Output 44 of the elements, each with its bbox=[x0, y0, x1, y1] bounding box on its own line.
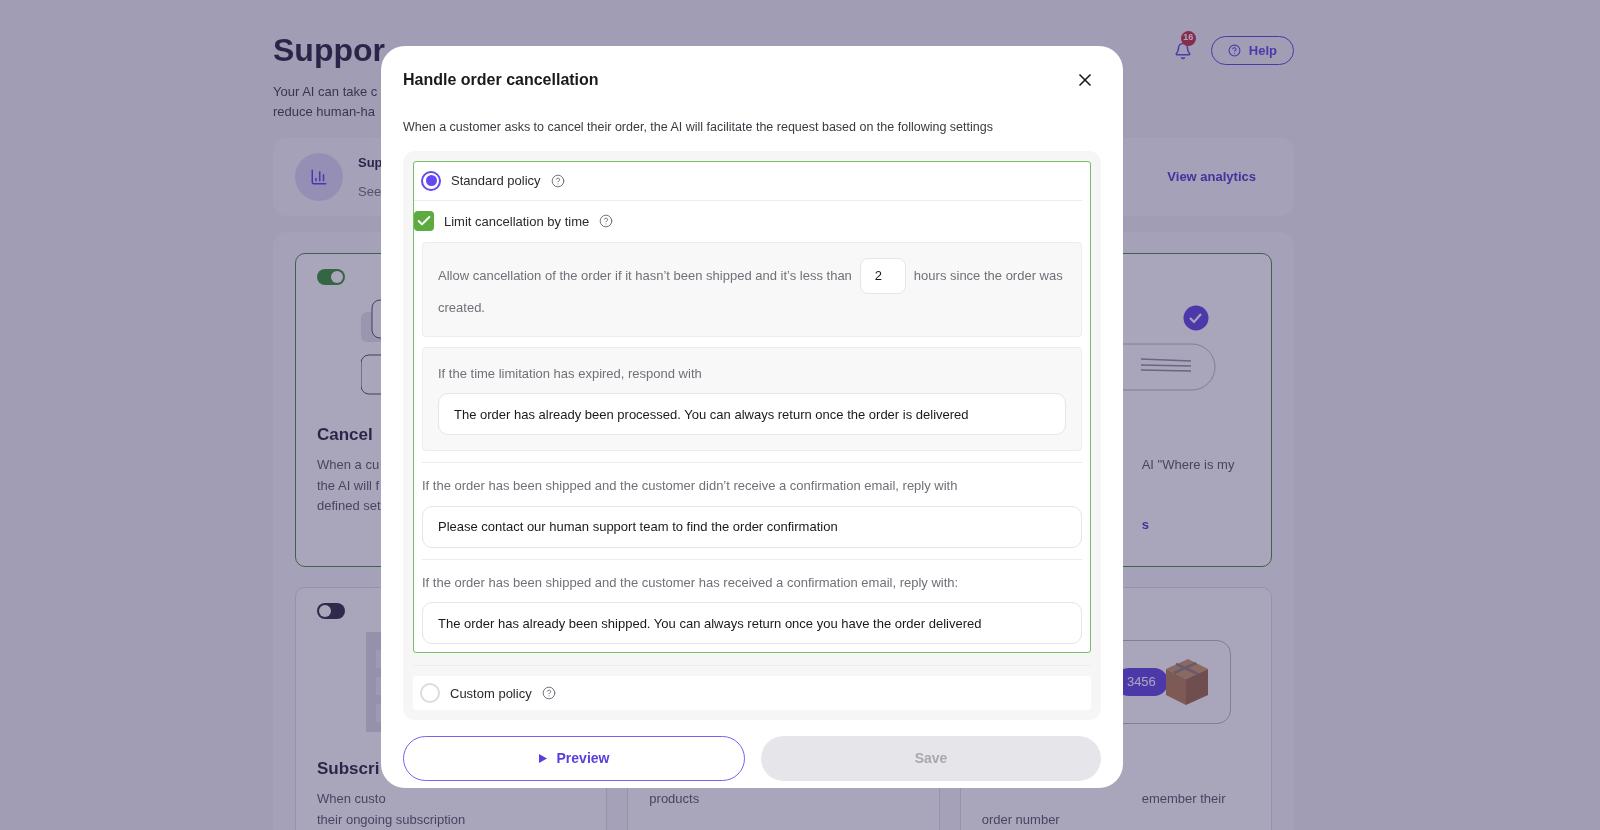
skill-title: Subscri bbox=[317, 758, 380, 781]
help-icon bbox=[1227, 44, 1241, 57]
policy-label: Custom policy bbox=[450, 684, 532, 703]
dialog-title: Handle order cancellation bbox=[403, 70, 599, 90]
help-icon[interactable] bbox=[599, 214, 614, 229]
analytics-subtitle: See bbox=[358, 183, 383, 201]
notification-count: 16 bbox=[1180, 30, 1196, 46]
skill-description: defined set bbox=[317, 497, 381, 515]
page-subtitle: reduce human-ha bbox=[273, 103, 376, 121]
bell-icon[interactable] bbox=[1173, 41, 1192, 60]
skill-description: products bbox=[649, 790, 700, 808]
view-analytics-link[interactable]: View analytics bbox=[1167, 167, 1256, 187]
chart-icon bbox=[295, 153, 343, 201]
play-icon bbox=[538, 754, 547, 764]
skill-description: When a cu bbox=[317, 456, 380, 474]
policy-label: Standard policy bbox=[451, 172, 541, 190]
response-label: If the order has been shipped and the customer didn’t receive a confirmation email, reply with bbox=[422, 477, 959, 496]
skill-description: AI "Where is my bbox=[1140, 456, 1235, 474]
response-label: If the time limitation has expired, respond with bbox=[438, 364, 703, 383]
rule-text: created. bbox=[438, 298, 485, 317]
skill-description: their ongoing subscription bbox=[317, 810, 466, 829]
toggle-switch[interactable] bbox=[317, 269, 345, 285]
hours-field[interactable]: 2 bbox=[859, 257, 906, 294]
skill-title: Cancel bbox=[317, 424, 373, 447]
skill-description: the AI will f bbox=[317, 476, 380, 495]
page-title: Suppor bbox=[273, 31, 385, 70]
response-field[interactable]: Please contact our human support team to find the order confirmation bbox=[422, 505, 1082, 548]
response-field[interactable]: The order has already been shipped. You can always return once you have the order delivered bbox=[422, 602, 1082, 645]
skill-description: When custo bbox=[317, 790, 386, 808]
skill-description: order number bbox=[981, 810, 1060, 829]
checkbox-label: Limit cancellation by time bbox=[444, 212, 590, 231]
skill-description: emember their bbox=[1140, 790, 1226, 808]
page-subtitle: Your AI can take c bbox=[273, 83, 379, 101]
toggle-switch[interactable] bbox=[317, 603, 345, 619]
help-icon[interactable] bbox=[550, 173, 565, 188]
help-icon[interactable] bbox=[541, 686, 556, 701]
analytics-title: Sup bbox=[358, 153, 383, 172]
rule-text: Allow cancellation of the order if it hasn’t been shipped and it’s less than bbox=[438, 266, 852, 285]
preview-button[interactable]: Preview bbox=[403, 736, 745, 782]
dialog-description: When a customer asks to cancel their order, the AI will facilitate the request based on the following settings bbox=[403, 119, 994, 136]
rule-text: hours since the order was bbox=[913, 266, 1063, 285]
radio-button[interactable] bbox=[421, 170, 441, 191]
response-label: If the order has been shipped and the customer has received a confirmation email, reply with: bbox=[422, 573, 960, 592]
checkbox[interactable] bbox=[414, 211, 434, 232]
